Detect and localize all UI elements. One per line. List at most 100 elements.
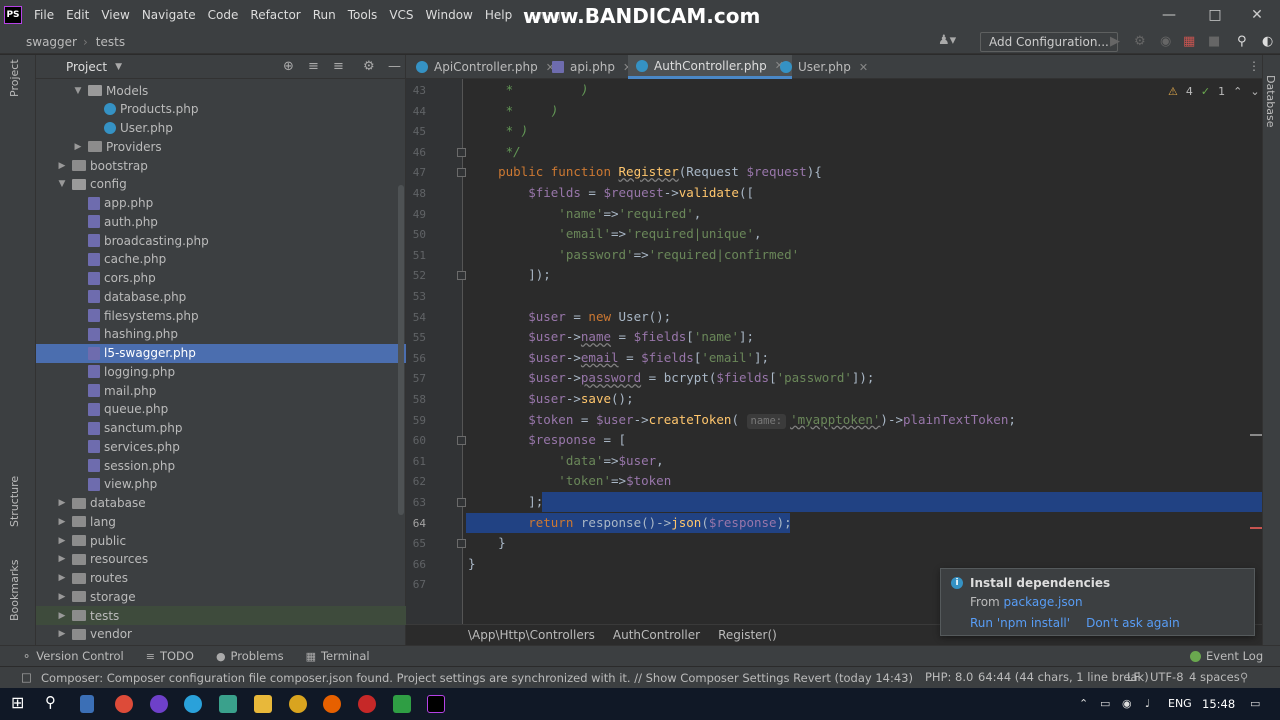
add-configuration-button[interactable]: Add Configuration...: [980, 32, 1118, 52]
terminal-tab[interactable]: ▦ Terminal: [306, 649, 370, 663]
terminal-app-icon[interactable]: [219, 695, 237, 713]
tree-file[interactable]: database.php: [36, 287, 406, 306]
code-line[interactable]: }: [468, 554, 476, 574]
tree-file[interactable]: broadcasting.php: [36, 231, 406, 250]
breadcrumb-method[interactable]: Register(): [718, 628, 777, 642]
status-toggle-icon[interactable]: □: [21, 670, 32, 684]
tree-file[interactable]: Products.php: [36, 100, 406, 119]
tool-window-database-tab[interactable]: Database: [1264, 75, 1277, 128]
inspection-widget[interactable]: ⚠ 4 ✓ 1 ⌃ ⌄: [1168, 85, 1260, 98]
code-line[interactable]: 'password'=>'required|confirmed': [468, 245, 799, 265]
tree-folder[interactable]: ▼ Models: [36, 81, 406, 100]
coverage-icon[interactable]: ◉: [1160, 34, 1171, 49]
code-line[interactable]: $user = new User();: [468, 307, 671, 327]
code-line[interactable]: 'token'=>$token: [468, 471, 671, 491]
run-npm-install-link[interactable]: Run 'npm install': [970, 616, 1070, 630]
windows-start-icon[interactable]: ⊞: [11, 693, 29, 712]
chevron-down-icon[interactable]: ⌄: [1250, 85, 1259, 98]
firefox-icon[interactable]: [323, 695, 341, 713]
chevron-down-icon[interactable]: ▼: [115, 62, 122, 72]
code-line[interactable]: $user->password = bcrypt($fields['passwo…: [468, 368, 874, 388]
code-editor[interactable]: 43 44 45 46 47 48 49 50 51 52 53 54 55 56 57 58 59 60 61 62…: [406, 79, 1262, 624]
code-line[interactable]: 'data'=>$user,: [468, 451, 663, 471]
status-message[interactable]: Composer: Composer configuration file co…: [41, 671, 913, 685]
chevron-right-icon[interactable]: ▶: [56, 592, 68, 602]
folder-icon[interactable]: [254, 695, 272, 713]
tree-file[interactable]: mail.php: [36, 381, 406, 400]
breadcrumb-folder[interactable]: tests: [88, 35, 131, 49]
event-log-tab[interactable]: Event Log: [1190, 649, 1263, 663]
telegram-icon[interactable]: [184, 695, 202, 713]
chevron-right-icon[interactable]: ▶: [56, 498, 68, 508]
tree-folder[interactable]: ▶ lang: [36, 512, 406, 531]
locate-icon[interactable]: ⊕: [283, 59, 294, 74]
clock[interactable]: 15:48: [1202, 697, 1235, 711]
more-tabs-icon[interactable]: ⋮: [1248, 59, 1260, 73]
fold-marker-icon[interactable]: [457, 147, 466, 157]
code-line[interactable]: $response = [: [468, 430, 626, 450]
fold-marker-icon[interactable]: [457, 498, 466, 507]
tree-folder[interactable]: ▶ vendor: [36, 625, 406, 644]
chevron-right-icon[interactable]: ▶: [56, 554, 68, 564]
maximize-icon[interactable]: □: [1192, 0, 1238, 30]
record-icon[interactable]: [358, 695, 376, 713]
code-line[interactable]: return response()->json($response);: [468, 513, 791, 533]
php-version[interactable]: PHP: 8.0: [925, 670, 973, 684]
tree-file[interactable]: logging.php: [36, 362, 406, 381]
search-icon[interactable]: ⚲: [45, 693, 63, 711]
phpstorm-icon[interactable]: [427, 695, 445, 713]
tab-user-php[interactable]: User.php ✕: [772, 55, 876, 79]
code-line[interactable]: * ): [468, 80, 589, 100]
tool-window-structure-tab[interactable]: Structure: [8, 476, 21, 527]
code-line[interactable]: $user->name = $fields['name'];: [468, 327, 754, 347]
close-icon[interactable]: ✕: [1234, 0, 1280, 30]
fold-marker-icon[interactable]: [457, 539, 466, 549]
lock-icon[interactable]: ⚲: [1240, 670, 1248, 684]
code-line[interactable]: $fields = $request->validate([: [468, 183, 754, 203]
fold-marker-icon[interactable]: [457, 168, 466, 178]
indent-setting[interactable]: 4 spaces: [1189, 670, 1240, 684]
tree-folder[interactable]: ▶ resources: [36, 550, 406, 569]
app-icon[interactable]: [393, 695, 411, 713]
close-tab-icon[interactable]: ✕: [859, 61, 868, 74]
menu-tools[interactable]: Tools: [342, 0, 384, 30]
tree-file[interactable]: cors.php: [36, 269, 406, 288]
gear-icon[interactable]: ⚙: [363, 59, 375, 74]
tool-window-project-tab[interactable]: Project: [8, 59, 21, 97]
menu-run[interactable]: Run: [307, 0, 342, 30]
menu-vcs[interactable]: VCS: [383, 0, 419, 30]
hide-icon[interactable]: —: [388, 59, 401, 74]
tree-file[interactable]: auth.php: [36, 212, 406, 231]
breadcrumb-namespace[interactable]: \App\Http\Controllers: [468, 628, 595, 642]
chevron-up-icon[interactable]: ⌃: [1079, 697, 1088, 710]
tree-file[interactable]: hashing.php: [36, 325, 406, 344]
menu-help[interactable]: Help: [479, 0, 518, 30]
tree-folder[interactable]: ▶ storage: [36, 587, 406, 606]
tree-file[interactable]: queue.php: [36, 400, 406, 419]
tree-file[interactable]: sanctum.php: [36, 419, 406, 438]
chevron-down-icon[interactable]: ▼: [72, 86, 84, 96]
notifications-icon[interactable]: ▭: [1250, 697, 1260, 710]
tree-folder[interactable]: ▶ database: [36, 494, 406, 513]
problems-tab[interactable]: ● Problems: [216, 649, 284, 663]
tree-file[interactable]: session.php: [36, 456, 406, 475]
search-icon[interactable]: ⚲: [1237, 34, 1247, 49]
code-line[interactable]: }: [468, 533, 506, 553]
code-line[interactable]: $user->email = $fields['email'];: [468, 348, 769, 368]
tool-window-bookmarks-tab[interactable]: Bookmarks: [8, 560, 21, 621]
project-panel-title[interactable]: Project: [66, 60, 107, 74]
tab-api-php[interactable]: api.php ✕: [544, 55, 640, 79]
app-icon[interactable]: [289, 695, 307, 713]
tab-api-controller[interactable]: ApiController.php ✕: [408, 55, 563, 79]
tree-file[interactable]: filesystems.php: [36, 306, 406, 325]
tree-file[interactable]: User.php: [36, 119, 406, 138]
input-language[interactable]: ENG: [1168, 697, 1192, 710]
tree-folder[interactable]: ▶ Providers: [36, 137, 406, 156]
code-line[interactable]: * ): [468, 101, 559, 121]
chevron-up-icon[interactable]: ⌃: [1233, 85, 1242, 98]
tree-folder[interactable]: ▶ public: [36, 531, 406, 550]
stop-icon[interactable]: ■: [1208, 34, 1220, 49]
breadcrumb-project[interactable]: swagger: [0, 35, 83, 49]
build-icon[interactable]: ▦: [1183, 34, 1195, 49]
line-separator[interactable]: LF: [1127, 670, 1140, 684]
